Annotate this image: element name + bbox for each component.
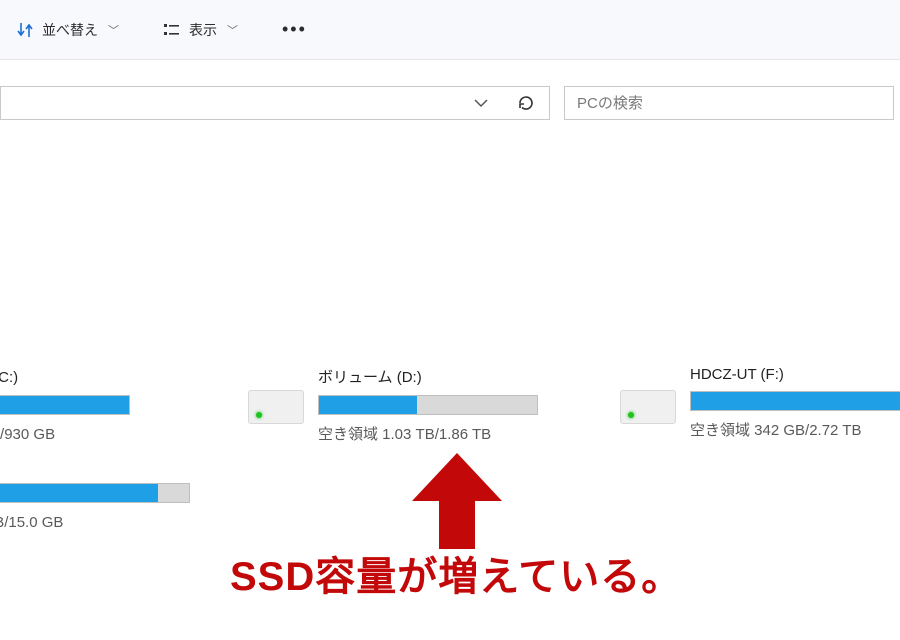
drive-name: ボリューム (D:): [318, 366, 538, 387]
annotation-arrow: [412, 453, 502, 552]
toolbar: 並べ替え ﹀ 表示 ﹀ •••: [0, 0, 900, 60]
refresh-button[interactable]: [513, 90, 539, 116]
sort-icon: [16, 21, 34, 39]
view-icon: [163, 21, 181, 39]
chevron-down-icon: ﹀: [108, 22, 119, 38]
drive-name: Drive (G:): [0, 458, 190, 475]
drive-subtext: 域 1.75 GB/15.0 GB: [0, 511, 190, 532]
usage-bar: [0, 395, 130, 415]
drive-name: ディスク (C:): [0, 366, 130, 387]
sort-label: 並べ替え: [42, 20, 98, 40]
drives-area: ディスク (C:) 域 687 GB/930 GB ボリューム (D:) 空き領…: [0, 126, 900, 182]
more-button[interactable]: •••: [274, 13, 315, 46]
usage-bar-fill: [0, 396, 129, 414]
search-input[interactable]: [577, 95, 881, 112]
chevron-down-icon: ﹀: [227, 22, 238, 38]
view-button[interactable]: 表示 ﹀: [155, 14, 246, 46]
view-label: 表示: [189, 20, 217, 40]
drive-icon: [620, 390, 676, 424]
more-icon: •••: [282, 19, 307, 40]
drive-name: HDCZ-UT (F:): [690, 366, 900, 383]
drive-subtext: 空き領域 1.03 TB/1.86 TB: [318, 423, 538, 444]
usage-bar: [690, 391, 900, 411]
usage-bar-fill: [319, 396, 417, 414]
usage-bar-fill: [691, 392, 900, 410]
search-box[interactable]: [564, 86, 894, 120]
drive-subtext: 空き領域 342 GB/2.72 TB: [690, 419, 900, 440]
annotation-text: SSD容量が増えている。: [230, 544, 682, 602]
address-bar[interactable]: [0, 86, 550, 120]
drive-item-c[interactable]: ディスク (C:) 域 687 GB/930 GB: [0, 366, 130, 444]
usage-bar: [0, 483, 190, 503]
usage-bar: [318, 395, 538, 415]
history-dropdown-button[interactable]: [469, 91, 493, 115]
drive-item-d[interactable]: ボリューム (D:) 空き領域 1.03 TB/1.86 TB: [248, 366, 538, 444]
address-search-row: [0, 80, 900, 126]
drive-item-g[interactable]: Drive (G:) 域 1.75 GB/15.0 GB: [0, 458, 190, 532]
drive-item-f[interactable]: HDCZ-UT (F:) 空き領域 342 GB/2.72 TB: [620, 366, 900, 440]
drive-icon: [248, 390, 304, 424]
drive-subtext: 域 687 GB/930 GB: [0, 423, 130, 444]
usage-bar-fill: [0, 484, 158, 502]
sort-button[interactable]: 並べ替え ﹀: [8, 14, 127, 46]
